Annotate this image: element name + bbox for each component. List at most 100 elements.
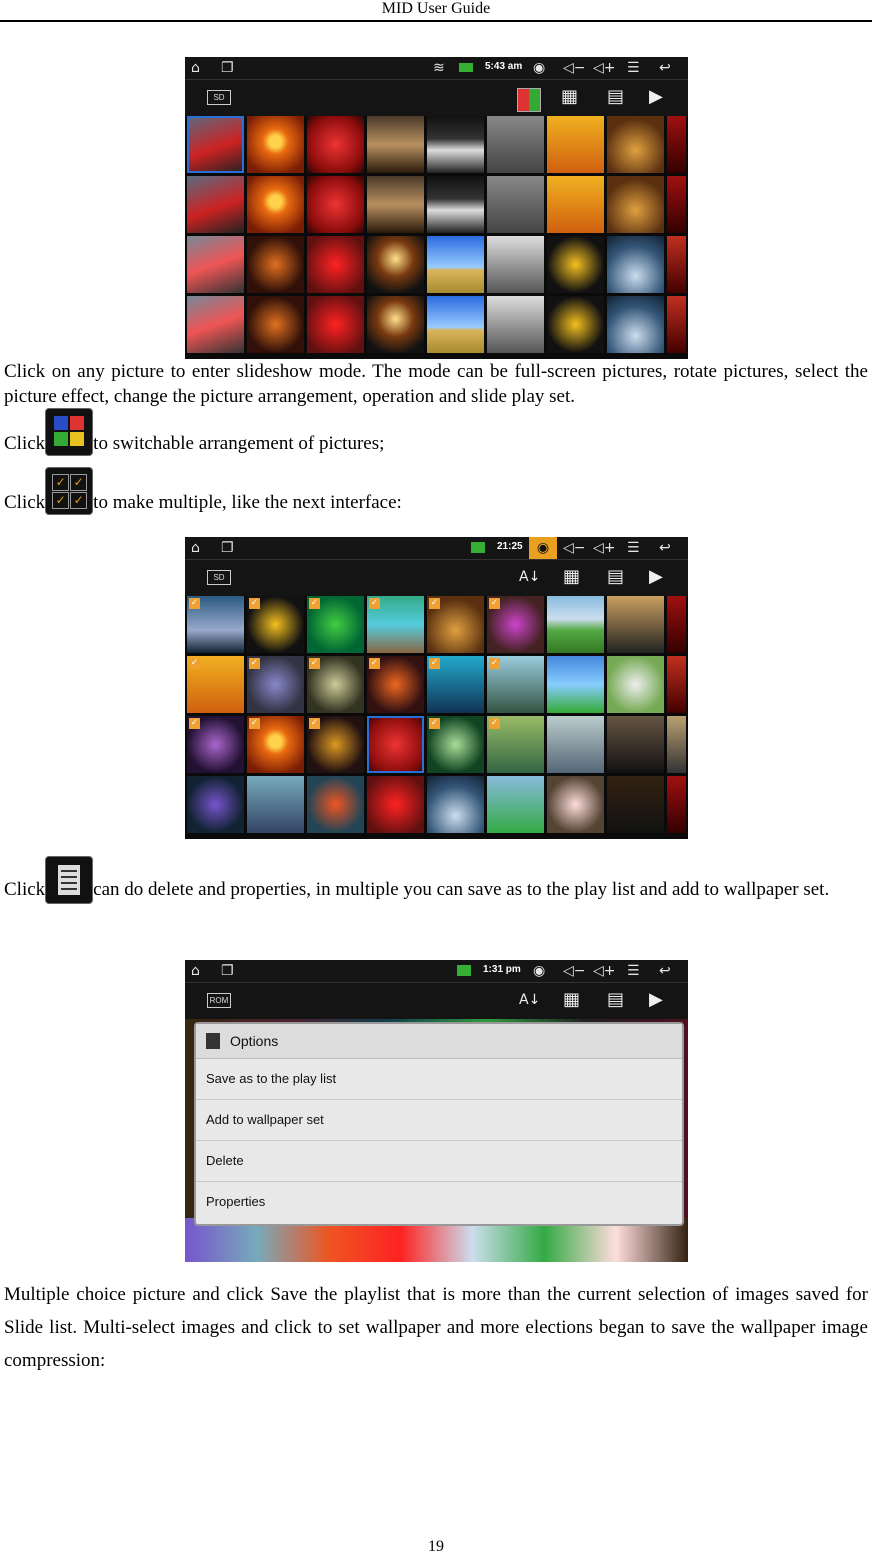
thumbnail[interactable] — [487, 296, 544, 353]
check-icon[interactable]: ✓ — [369, 598, 380, 609]
check-icon[interactable]: ✓ — [489, 598, 500, 609]
menu-item-add-wallpaper[interactable]: Add to wallpaper set — [196, 1100, 682, 1141]
arrangement-icon[interactable] — [517, 88, 541, 112]
check-icon[interactable]: ✓ — [249, 598, 260, 609]
thumbnail[interactable] — [547, 296, 604, 353]
eye-icon[interactable]: ◉ — [533, 60, 545, 76]
home-icon[interactable]: ⌂ — [191, 540, 200, 556]
thumbnail[interactable] — [667, 116, 686, 173]
sd-card-icon[interactable]: SD — [207, 570, 231, 585]
back-icon[interactable]: ↩ — [659, 60, 671, 76]
thumbnail[interactable] — [487, 776, 544, 833]
thumbnail[interactable]: ✓ — [247, 656, 304, 713]
thumbnail[interactable] — [427, 296, 484, 353]
thumbnail[interactable] — [547, 236, 604, 293]
thumbnail[interactable] — [307, 176, 364, 233]
thumbnail[interactable] — [247, 296, 304, 353]
thumbnail[interactable] — [607, 176, 664, 233]
check-icon[interactable]: ✓ — [369, 658, 380, 669]
menu-icon[interactable]: ☰ — [627, 60, 640, 76]
thumbnail[interactable] — [667, 596, 686, 653]
thumbnail[interactable]: ✓ — [307, 656, 364, 713]
play-icon[interactable]: ▶ — [649, 989, 663, 1011]
check-icon[interactable]: ✓ — [309, 598, 320, 609]
thumbnail[interactable] — [367, 296, 424, 353]
thumbnail[interactable] — [547, 596, 604, 653]
thumbnail[interactable] — [247, 776, 304, 833]
thumbnail[interactable] — [187, 236, 244, 293]
thumbnail[interactable]: ✓ — [247, 596, 304, 653]
eye-icon[interactable]: ◉ — [533, 963, 545, 979]
play-icon[interactable]: ▶ — [649, 566, 663, 588]
thumbnail[interactable] — [667, 716, 686, 773]
home-icon[interactable]: ⌂ — [191, 60, 200, 76]
check-icon[interactable]: ✓ — [429, 718, 440, 729]
thumbnail[interactable] — [607, 716, 664, 773]
thumbnail[interactable]: ✓ — [427, 656, 484, 713]
thumbnail[interactable] — [547, 656, 604, 713]
thumbnail[interactable] — [667, 776, 686, 833]
check-icon[interactable]: ✓ — [189, 658, 200, 669]
thumbnail[interactable]: ✓ — [487, 596, 544, 653]
window-icon[interactable]: ❐ — [221, 60, 234, 76]
thumbnail[interactable]: ✓ — [487, 656, 544, 713]
thumbnail[interactable] — [607, 236, 664, 293]
thumbnail[interactable] — [427, 776, 484, 833]
play-icon[interactable]: ▶ — [649, 86, 663, 108]
options-icon[interactable]: ▤ — [607, 566, 624, 588]
thumbnail[interactable] — [607, 776, 664, 833]
thumbnail[interactable] — [247, 116, 304, 173]
thumbnail[interactable] — [187, 296, 244, 353]
thumbnail[interactable] — [607, 656, 664, 713]
thumbnail[interactable] — [187, 776, 244, 833]
multi-select-icon[interactable]: ▦ — [561, 86, 578, 108]
menu-icon[interactable]: ☰ — [627, 963, 640, 979]
check-icon[interactable]: ✓ — [249, 658, 260, 669]
check-icon[interactable]: ✓ — [189, 718, 200, 729]
check-icon[interactable]: ✓ — [429, 658, 440, 669]
thumbnail[interactable] — [427, 236, 484, 293]
thumbnail[interactable]: ✓ — [427, 596, 484, 653]
thumbnail[interactable] — [187, 176, 244, 233]
thumbnail[interactable] — [307, 296, 364, 353]
volume-up-icon[interactable]: ◁+ — [593, 963, 616, 979]
volume-down-icon[interactable]: ◁− — [563, 540, 586, 556]
thumbnail[interactable] — [367, 716, 424, 773]
thumbnail[interactable] — [547, 116, 604, 173]
back-icon[interactable]: ↩ — [659, 963, 671, 979]
thumbnail[interactable] — [367, 176, 424, 233]
check-icon[interactable]: ✓ — [429, 598, 440, 609]
volume-down-icon[interactable]: ◁− — [563, 963, 586, 979]
options-icon[interactable]: ▤ — [607, 86, 624, 108]
sort-icon[interactable]: A↓ — [519, 566, 540, 588]
sort-icon[interactable]: A↓ — [519, 989, 540, 1011]
volume-up-icon[interactable]: ◁+ — [593, 540, 616, 556]
thumbnail[interactable] — [607, 296, 664, 353]
thumbnail[interactable]: ✓ — [307, 596, 364, 653]
thumbnail[interactable]: ✓ — [187, 596, 244, 653]
check-icon[interactable]: ✓ — [489, 658, 500, 669]
thumbnail[interactable] — [607, 596, 664, 653]
check-icon[interactable]: ✓ — [309, 718, 320, 729]
thumbnail[interactable] — [247, 236, 304, 293]
volume-down-icon[interactable]: ◁− — [563, 60, 586, 76]
eye-icon[interactable]: ◉ — [529, 537, 557, 559]
thumbnail[interactable] — [487, 176, 544, 233]
thumbnail[interactable]: ✓ — [367, 596, 424, 653]
menu-item-properties[interactable]: Properties — [196, 1182, 682, 1222]
thumbnail[interactable] — [667, 296, 686, 353]
thumbnail[interactable] — [307, 776, 364, 833]
thumbnail[interactable]: ✓ — [187, 656, 244, 713]
thumbnail[interactable] — [667, 176, 686, 233]
options-icon[interactable]: ▤ — [607, 989, 624, 1011]
thumbnail[interactable]: ✓ — [187, 716, 244, 773]
check-icon[interactable]: ✓ — [309, 658, 320, 669]
volume-up-icon[interactable]: ◁+ — [593, 60, 616, 76]
thumbnail[interactable]: ✓ — [427, 716, 484, 773]
thumbnail[interactable] — [427, 176, 484, 233]
thumbnail[interactable]: ✓ — [247, 716, 304, 773]
thumbnail[interactable]: ✓ — [367, 656, 424, 713]
back-icon[interactable]: ↩ — [659, 540, 671, 556]
window-icon[interactable]: ❐ — [221, 963, 234, 979]
check-icon[interactable]: ✓ — [249, 718, 260, 729]
